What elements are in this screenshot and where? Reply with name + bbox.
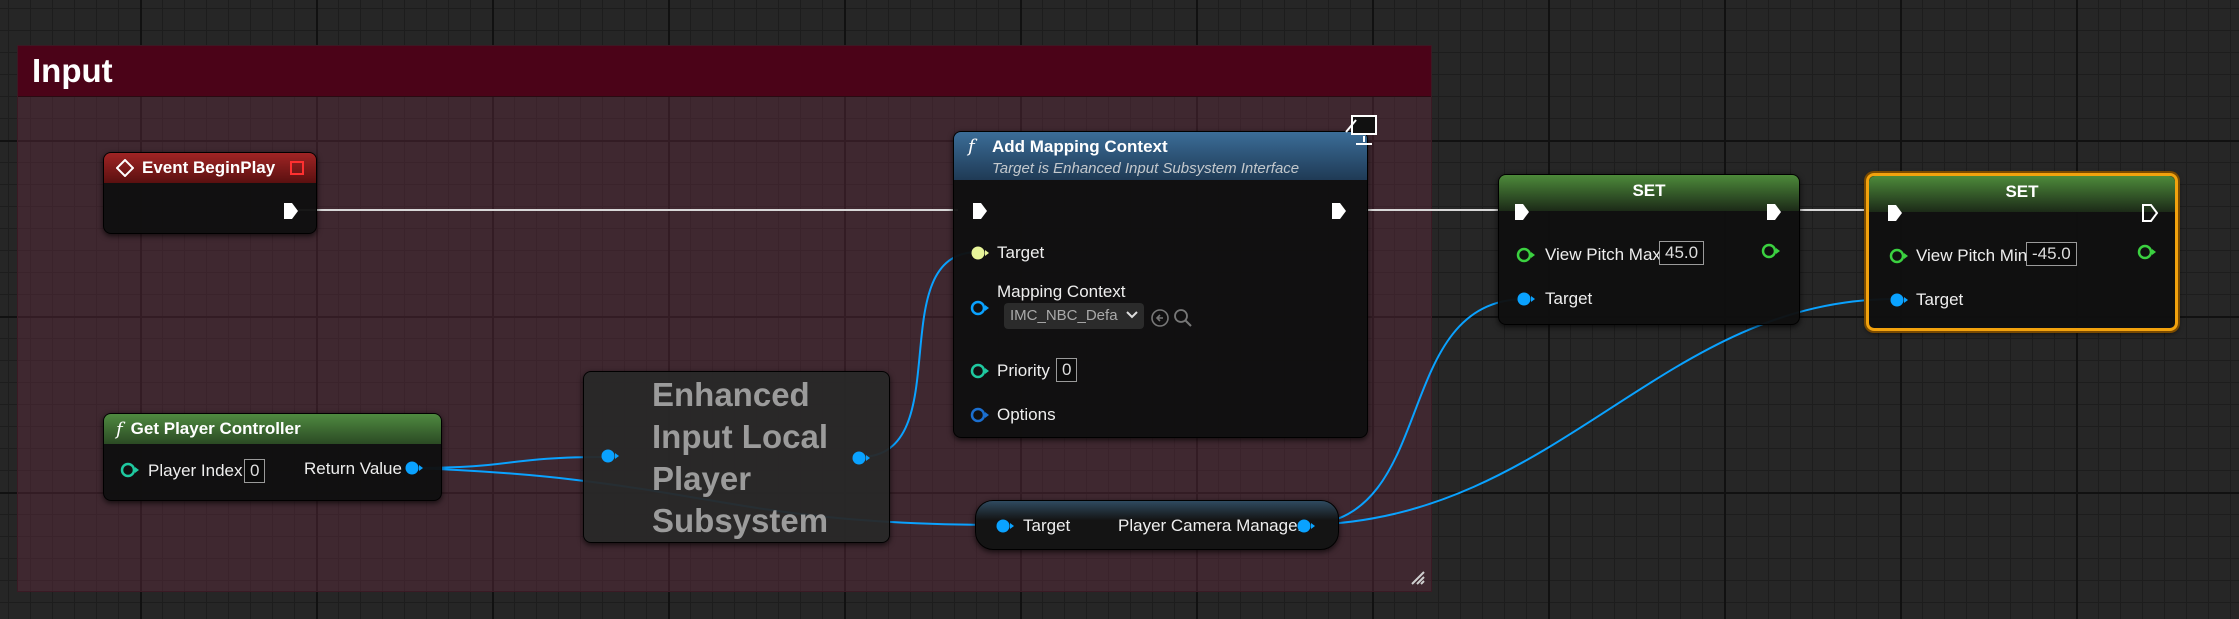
node-title: SET [2005, 182, 2039, 201]
mapping-context-dropdown[interactable]: IMC_NBC_Defa [1004, 303, 1144, 329]
data-pin-icon[interactable] [970, 407, 990, 423]
exec-pin-icon[interactable] [2141, 203, 2159, 223]
function-icon: f [116, 418, 123, 440]
function-icon: f [968, 136, 975, 157]
data-pin-icon[interactable] [1761, 243, 1781, 259]
get-player-controller-node[interactable]: f Get Player Controller Player Index 0 R… [103, 413, 442, 501]
event-beginplay-node[interactable]: Event BeginPlay [103, 152, 317, 234]
subsystem-title: Enhanced Input Local Player Subsystem [652, 376, 829, 539]
node-header: f Add Mapping Context Target is Enhanced… [954, 132, 1367, 180]
exec-pin-icon[interactable] [971, 201, 989, 221]
node-header: Event BeginPlay [104, 153, 316, 183]
data-pin-icon[interactable] [970, 245, 990, 261]
node-header: f Get Player Controller [104, 414, 441, 444]
mapping-context-value: IMC_NBC_Defa [1010, 307, 1118, 324]
node-header: SET [1869, 176, 2175, 212]
node-header: SET [1499, 175, 1799, 211]
event-diamond-icon [116, 159, 134, 177]
data-pin-icon[interactable] [404, 460, 424, 476]
exec-pin-icon[interactable] [1330, 201, 1348, 221]
data-pin-icon[interactable] [995, 518, 1015, 534]
data-pin-icon[interactable] [120, 462, 140, 478]
data-pin-icon[interactable] [1296, 518, 1316, 534]
browse-icon[interactable] [1173, 308, 1193, 328]
data-pin-icon[interactable] [970, 363, 990, 379]
target-label: Target [1545, 289, 1593, 308]
node-title: SET [1632, 181, 1666, 200]
target-label: Target [1023, 516, 1071, 535]
set-view-pitch-min-node[interactable]: SET View Pitch Min -45.0 Target [1866, 173, 2178, 331]
delegate-pin-icon[interactable] [290, 161, 304, 175]
data-pin-icon[interactable] [2137, 244, 2157, 260]
exec-pin-icon[interactable] [1765, 202, 1783, 222]
target-label: Target [997, 243, 1045, 262]
data-wire [1305, 298, 1897, 526]
set-view-pitch-max-node[interactable]: SET View Pitch Max 45.0 Target [1498, 174, 1800, 325]
player-index-input[interactable]: 0 [244, 459, 266, 483]
data-pin-icon[interactable] [970, 300, 990, 316]
options-label: Options [997, 405, 1056, 424]
player-index-label: Player Index [148, 461, 243, 480]
enhanced-input-subsystem-node[interactable]: Enhanced Input Local Player Subsystem [583, 371, 890, 543]
node-title: Event BeginPlay [142, 158, 276, 177]
add-mapping-context-node[interactable]: f Add Mapping Context Target is Enhanced… [953, 115, 1377, 438]
data-pin-icon[interactable] [1516, 291, 1536, 307]
dropdown-chevron-icon [1126, 311, 1138, 319]
target-label: Target [1916, 290, 1964, 309]
data-pin-icon[interactable] [1889, 292, 1909, 308]
priority-label: Priority [997, 361, 1050, 380]
return-value-label: Return Value [304, 459, 402, 478]
view-pitch-max-input[interactable]: 45.0 [1659, 241, 1705, 265]
mapping-context-label: Mapping Context [997, 282, 1126, 301]
player-camera-manager-node[interactable]: Target Player Camera Manager [975, 500, 1339, 550]
node-title: Get Player Controller [130, 419, 301, 438]
view-pitch-min-label: View Pitch Min [1916, 246, 2028, 265]
exec-pin-icon[interactable] [1886, 203, 1904, 223]
view-pitch-max-label: View Pitch Max [1545, 245, 1661, 264]
use-selected-icon[interactable] [1150, 308, 1170, 328]
priority-input[interactable]: 0 [1056, 358, 1078, 382]
data-pin-icon[interactable] [851, 450, 871, 466]
exec-pin-icon[interactable] [282, 201, 300, 221]
node-subtitle: Target is Enhanced Input Subsystem Inter… [992, 160, 1300, 177]
exec-pin-icon[interactable] [1513, 202, 1531, 222]
data-pin-icon[interactable] [1516, 247, 1536, 263]
data-pin-icon[interactable] [1889, 248, 1909, 264]
node-title: Add Mapping Context [992, 137, 1168, 156]
server-client-icon [1345, 115, 1377, 145]
data-pin-icon[interactable] [600, 448, 620, 464]
view-pitch-min-input[interactable]: -45.0 [2026, 242, 2077, 266]
player-camera-manager-label: Player Camera Manager [1118, 516, 1304, 535]
